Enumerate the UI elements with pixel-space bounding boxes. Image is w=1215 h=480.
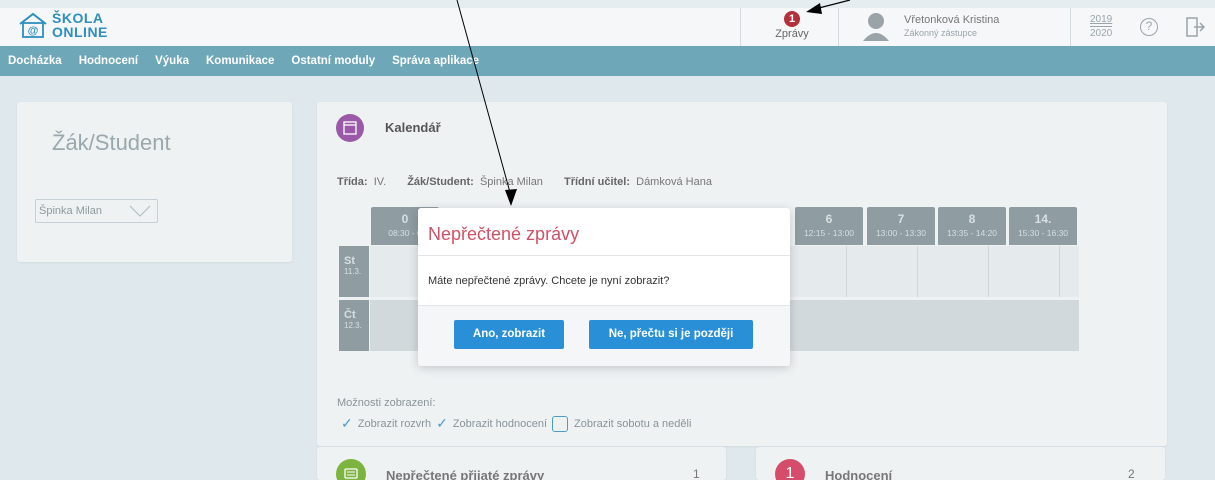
- unread-messages-title: Nepřečtené přijaté zprávy: [386, 468, 545, 480]
- messages-button[interactable]: 1 Zprávy: [752, 8, 832, 46]
- lesson-number: 7: [897, 212, 905, 226]
- student-select-value: Špinka Milan: [39, 205, 102, 217]
- day-name: St: [344, 255, 355, 267]
- user-name: Vřetonková Kristina: [904, 13, 1000, 26]
- modal-text: Máte nepřečtené zprávy. Chcete je nyní z…: [428, 275, 670, 287]
- skola-online-logo[interactable]: @ ŠKOLA ONLINE: [18, 11, 108, 39]
- grades-card: 1 Hodnocení 2: [756, 447, 1165, 480]
- grades-title: Hodnocení: [825, 468, 893, 480]
- unread-messages-modal: Nepřečtené zprávy Máte nepřečtené zprávy…: [418, 208, 790, 366]
- student-card: Žák/Student Špinka Milan: [17, 102, 292, 262]
- modal-title: Nepřečtené zprávy: [428, 224, 580, 244]
- lesson-time: 13:00 - 13:30: [875, 228, 927, 238]
- calendar-icon: [336, 114, 364, 142]
- option-show-grades[interactable]: Zobrazit hodnocení: [453, 418, 547, 430]
- chevron-down-icon: [129, 205, 151, 217]
- nav-item-komunikace[interactable]: Komunikace: [206, 55, 274, 67]
- day-date: 11.3.: [344, 267, 362, 276]
- read-later-button[interactable]: Ne, přečtu si je později: [589, 320, 753, 349]
- student-select[interactable]: Špinka Milan: [35, 199, 158, 223]
- lesson-time: 12:15 - 13:00: [803, 228, 855, 238]
- modal-footer: Ano, zobrazit Ne, přečtu si je později: [418, 305, 790, 366]
- nav-item-sprava-aplikace[interactable]: Správa aplikace: [392, 55, 479, 67]
- day-header: Čt 12.3.: [339, 300, 369, 351]
- svg-text:@: @: [28, 25, 39, 37]
- display-options: ✓ Zobrazit rozvrh ✓ Zobrazit hodnocení Z…: [341, 415, 691, 432]
- nav-item-ostatni-moduly[interactable]: Ostatní moduly: [291, 55, 375, 67]
- lesson-number: 14.: [1034, 212, 1052, 226]
- option-show-weekend[interactable]: Zobrazit sobotu a neděli: [574, 418, 691, 430]
- student-card-title: Žák/Student: [52, 130, 171, 155]
- day-header: St 11.3.: [339, 246, 369, 297]
- logo-line2: ONLINE: [52, 24, 108, 40]
- header-divider: [740, 8, 741, 46]
- display-options-label: Možnosti zobrazení:: [337, 397, 436, 409]
- grid-line: [917, 246, 918, 297]
- lesson-slot-header: 14. 15:30 - 16:30: [1009, 207, 1077, 245]
- grid-line: [846, 246, 847, 297]
- unread-messages-count: 1: [693, 467, 700, 480]
- header-divider: [838, 8, 839, 46]
- nav-item-vyuka[interactable]: Výuka: [155, 55, 189, 67]
- weekend-checkbox[interactable]: [552, 415, 568, 432]
- teacher-label: Třídní učitel:: [564, 176, 630, 188]
- checkmark-icon[interactable]: ✓: [341, 415, 353, 432]
- class-value: IV.: [373, 176, 387, 188]
- logout-icon[interactable]: [1184, 16, 1206, 38]
- student-label: Žák/Student:: [407, 176, 474, 188]
- year-end: 2020: [1090, 28, 1113, 39]
- messages-label: Zprávy: [775, 28, 809, 40]
- message-icon: [336, 459, 366, 480]
- logo-line1: ŠKOLA: [52, 10, 104, 26]
- class-label: Třída:: [337, 176, 368, 188]
- lesson-time: 15:30 - 16:30: [1017, 228, 1069, 238]
- user-profile[interactable]: Vřetonková Kristina Zákonný zástupce: [862, 11, 999, 41]
- student-value: Špinka Milan: [479, 176, 543, 188]
- main-nav: Docházka Hodnocení Výuka Komunikace Osta…: [0, 46, 1215, 76]
- logo-house-icon: @: [19, 12, 47, 38]
- nav-item-dochazka[interactable]: Docházka: [8, 55, 62, 67]
- user-avatar-icon: [863, 13, 889, 41]
- calendar-info: Třída: IV. Žák/Student: Špinka Milan Tří…: [337, 176, 712, 188]
- help-icon[interactable]: ?: [1140, 18, 1158, 36]
- lesson-slot-header: 7 13:00 - 13:30: [867, 207, 935, 245]
- lesson-time: 13:35 - 14:20: [946, 228, 998, 238]
- calendar-title: Kalendář: [385, 120, 441, 135]
- school-year-selector[interactable]: 2019 2020: [1090, 13, 1113, 40]
- lesson-slot-header: 8 13:35 - 14:20: [938, 207, 1006, 245]
- logo-text: ŠKOLA ONLINE: [52, 11, 108, 39]
- top-header: @ ŠKOLA ONLINE 1 Zprávy Vřetonková Krist…: [0, 8, 1215, 46]
- modal-divider: [418, 255, 790, 256]
- grid-line: [1059, 246, 1060, 297]
- lesson-slot-header: 6 12:15 - 13:00: [795, 207, 863, 245]
- user-role: Zákonný zástupce: [904, 27, 978, 38]
- option-show-schedule[interactable]: Zobrazit rozvrh: [358, 418, 431, 430]
- show-messages-button[interactable]: Ano, zobrazit: [454, 320, 564, 349]
- teacher-value: Dámková Hana: [636, 176, 712, 188]
- header-divider: [1070, 8, 1071, 46]
- lesson-number: 8: [968, 212, 976, 226]
- grid-line: [988, 246, 989, 297]
- year-start: 2019: [1090, 14, 1113, 27]
- lesson-number: 6: [825, 212, 833, 226]
- nav-item-hodnoceni[interactable]: Hodnocení: [79, 55, 138, 67]
- day-name: Čt: [344, 309, 356, 321]
- messages-count-badge: 1: [784, 11, 800, 27]
- checkmark-icon[interactable]: ✓: [436, 415, 448, 432]
- day-date: 12.3.: [344, 321, 362, 330]
- unread-messages-card: Nepřečtené přijaté zprávy 1: [317, 447, 726, 480]
- grades-icon: 1: [775, 459, 805, 480]
- grades-count: 2: [1128, 467, 1135, 480]
